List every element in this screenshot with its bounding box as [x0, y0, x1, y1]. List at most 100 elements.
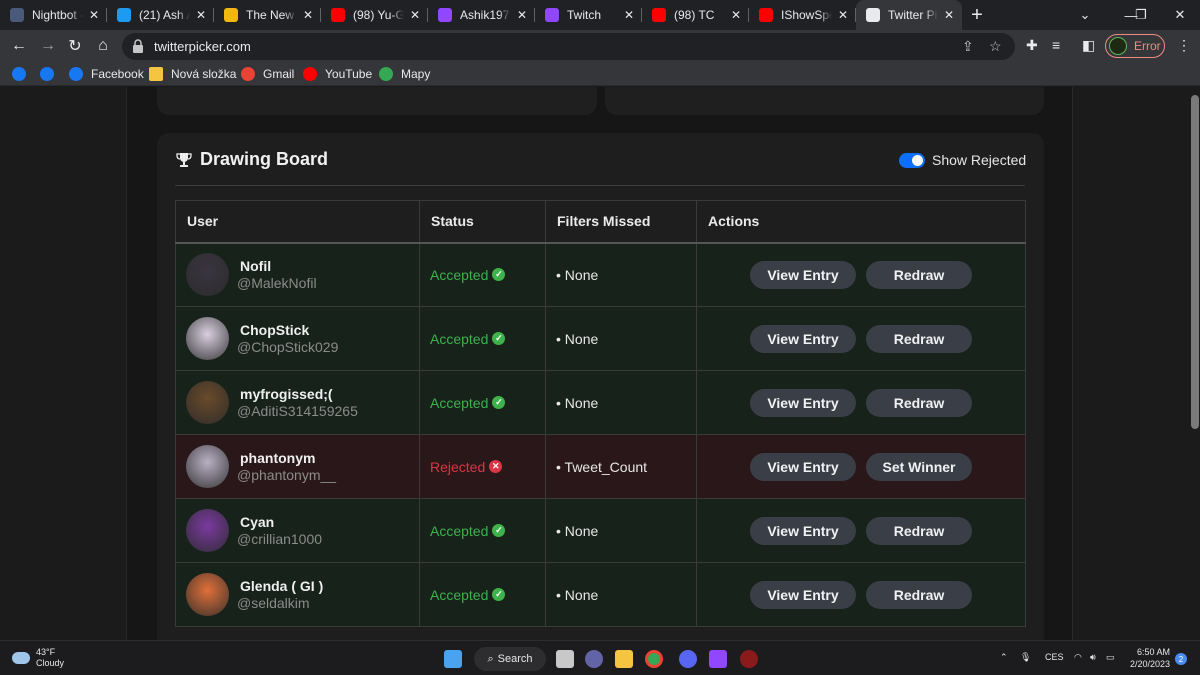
close-tab-icon[interactable]: ✕: [301, 8, 315, 22]
folder-icon: [149, 67, 163, 81]
bookmark-item[interactable]: YouTube: [303, 66, 372, 82]
profile-error-button[interactable]: Error: [1105, 34, 1165, 58]
user-handle: @ChopStick029: [237, 339, 339, 355]
column-header-filters: Filters Missed: [545, 200, 697, 244]
browser-tab[interactable]: IShowSpee ✕: [749, 0, 856, 30]
tab-title: IShowSpee: [781, 8, 832, 22]
browser-tab[interactable]: (98) Yu-Gi ✕: [321, 0, 428, 30]
weather-widget[interactable]: 43°F Cloudy: [12, 647, 64, 669]
check-circle-icon: ✓: [492, 524, 506, 537]
close-tab-icon[interactable]: ✕: [942, 8, 956, 22]
browser-tab[interactable]: The New R ✕: [214, 0, 321, 30]
set-winner-button[interactable]: Set Winner: [866, 452, 972, 481]
bookmark-item[interactable]: Nová složka: [149, 66, 236, 82]
clock[interactable]: 6:50 AM 2/20/2023: [1124, 646, 1170, 670]
app-icon[interactable]: [740, 650, 758, 668]
chevron-up-icon[interactable]: ⌃: [1000, 652, 1008, 663]
browser-tab[interactable]: Nightbot - ✕: [0, 0, 107, 30]
redraw-button[interactable]: Redraw: [866, 580, 972, 609]
reading-list-icon[interactable]: ≡: [1052, 37, 1060, 53]
file-explorer-icon[interactable]: [615, 650, 633, 668]
forward-icon[interactable]: →: [37, 36, 59, 56]
close-tab-icon[interactable]: ✕: [622, 8, 636, 22]
new-tab-icon[interactable]: +: [962, 0, 992, 30]
wifi-icon[interactable]: ◠: [1074, 652, 1082, 663]
battery-icon[interactable]: ▭: [1106, 652, 1115, 663]
taskbar-search[interactable]: ⌕ Search: [474, 647, 546, 671]
close-tab-icon[interactable]: ✕: [515, 8, 529, 22]
redraw-button[interactable]: Redraw: [866, 388, 972, 417]
side-panel-icon[interactable]: ◧: [1082, 37, 1095, 54]
gmail-icon: [241, 67, 255, 81]
view-entry-button[interactable]: View Entry: [750, 580, 856, 609]
maps-icon: [379, 67, 393, 81]
bookmark-item[interactable]: Mapy: [379, 66, 430, 82]
reload-icon[interactable]: ↻: [64, 36, 86, 56]
status-text: Accepted: [430, 330, 489, 347]
redraw-button[interactable]: Redraw: [866, 516, 972, 545]
close-window-icon[interactable]: ✕: [1157, 0, 1200, 30]
browser-tab[interactable]: Twitch ✕: [535, 0, 642, 30]
chevron-down-icon[interactable]: ⌄: [1062, 0, 1108, 30]
start-icon[interactable]: [444, 650, 462, 668]
check-circle-icon: ✓: [492, 332, 506, 345]
check-circle-icon: ✓: [492, 268, 506, 282]
close-tab-icon[interactable]: ✕: [87, 8, 101, 22]
teams-icon[interactable]: [585, 650, 603, 668]
bookmark-item[interactable]: Gmail: [241, 66, 294, 82]
view-entry-button[interactable]: View Entry: [750, 324, 856, 353]
taskbar: 43°F Cloudy ⌕ Search ⌃ 🎙︎ CES ◠ 🔊︎ ▭ 6:5…: [0, 640, 1200, 675]
drawing-board-card: Drawing Board Show Rejected User Status …: [157, 133, 1044, 640]
redraw-button[interactable]: Redraw: [866, 324, 972, 353]
close-tab-icon[interactable]: ✕: [836, 8, 850, 22]
previous-card: [157, 87, 597, 115]
actions-cell: View Entry Redraw: [696, 370, 1026, 435]
view-entry-button[interactable]: View Entry: [750, 516, 856, 545]
redraw-button[interactable]: Redraw: [866, 260, 972, 289]
notification-badge[interactable]: 2: [1175, 653, 1187, 665]
share-icon[interactable]: ⇪: [962, 38, 974, 55]
lock-icon: [133, 39, 143, 53]
bookmark-item[interactable]: [40, 66, 62, 82]
discord-icon[interactable]: [679, 650, 697, 668]
view-entry-button[interactable]: View Entry: [750, 388, 856, 417]
scrollbar-thumb[interactable]: [1191, 95, 1199, 429]
back-icon[interactable]: ←: [8, 36, 30, 56]
actions-cell: View Entry Redraw: [696, 306, 1026, 371]
language-indicator[interactable]: CES: [1045, 652, 1064, 662]
user-cell: Glenda ( GI ) @seldalkim: [175, 562, 420, 627]
trophy-icon: [176, 153, 192, 167]
close-tab-icon[interactable]: ✕: [408, 8, 422, 22]
more-menu-icon[interactable]: ⋮: [1177, 37, 1191, 54]
close-tab-icon[interactable]: ✕: [729, 8, 743, 22]
bookmark-item[interactable]: [12, 66, 34, 82]
show-rejected-toggle[interactable]: [899, 153, 925, 168]
extensions-icon[interactable]: ✚: [1026, 37, 1038, 54]
filters-cell: • None: [545, 562, 697, 627]
browser-toolbar: ← → ↻ ⌂ twitterpicker.com ⇪ ☆ ✚ ≡ ◧ Erro…: [0, 30, 1200, 62]
close-tab-icon[interactable]: ✕: [194, 8, 208, 22]
bookmark-star-icon[interactable]: ☆: [989, 38, 1002, 55]
home-icon[interactable]: ⌂: [92, 36, 114, 56]
cloud-icon: [12, 652, 30, 664]
scrollbar[interactable]: [1190, 87, 1200, 640]
tab-title: (98) TC: [674, 8, 715, 22]
tab-title: The New R: [246, 8, 297, 22]
view-entry-button[interactable]: View Entry: [750, 452, 856, 481]
browser-tab[interactable]: (21) Ash A ✕: [107, 0, 214, 30]
twitch-icon[interactable]: [709, 650, 727, 668]
bookmark-item[interactable]: Facebook: [69, 66, 144, 82]
browser-tab[interactable]: Ashik197 - ✕: [428, 0, 535, 30]
microphone-icon[interactable]: 🎙︎: [1020, 652, 1031, 663]
browser-tab[interactable]: (98) TC ✕: [642, 0, 749, 30]
status-text: Accepted: [430, 586, 489, 603]
chrome-icon[interactable]: [645, 650, 663, 668]
view-entry-button[interactable]: View Entry: [750, 260, 856, 289]
maximize-icon[interactable]: ❐: [1131, 0, 1151, 30]
table-row: Nofil @MalekNofil Accepted ✓ • None View…: [175, 242, 1026, 307]
browser-tab[interactable]: Twitter Pic ✕: [856, 0, 962, 30]
address-bar[interactable]: twitterpicker.com ⇪ ☆: [122, 33, 1015, 60]
volume-icon[interactable]: 🔊︎: [1090, 652, 1096, 663]
task-view-icon[interactable]: [556, 650, 574, 668]
tab-title: (98) Yu-Gi: [353, 8, 404, 22]
